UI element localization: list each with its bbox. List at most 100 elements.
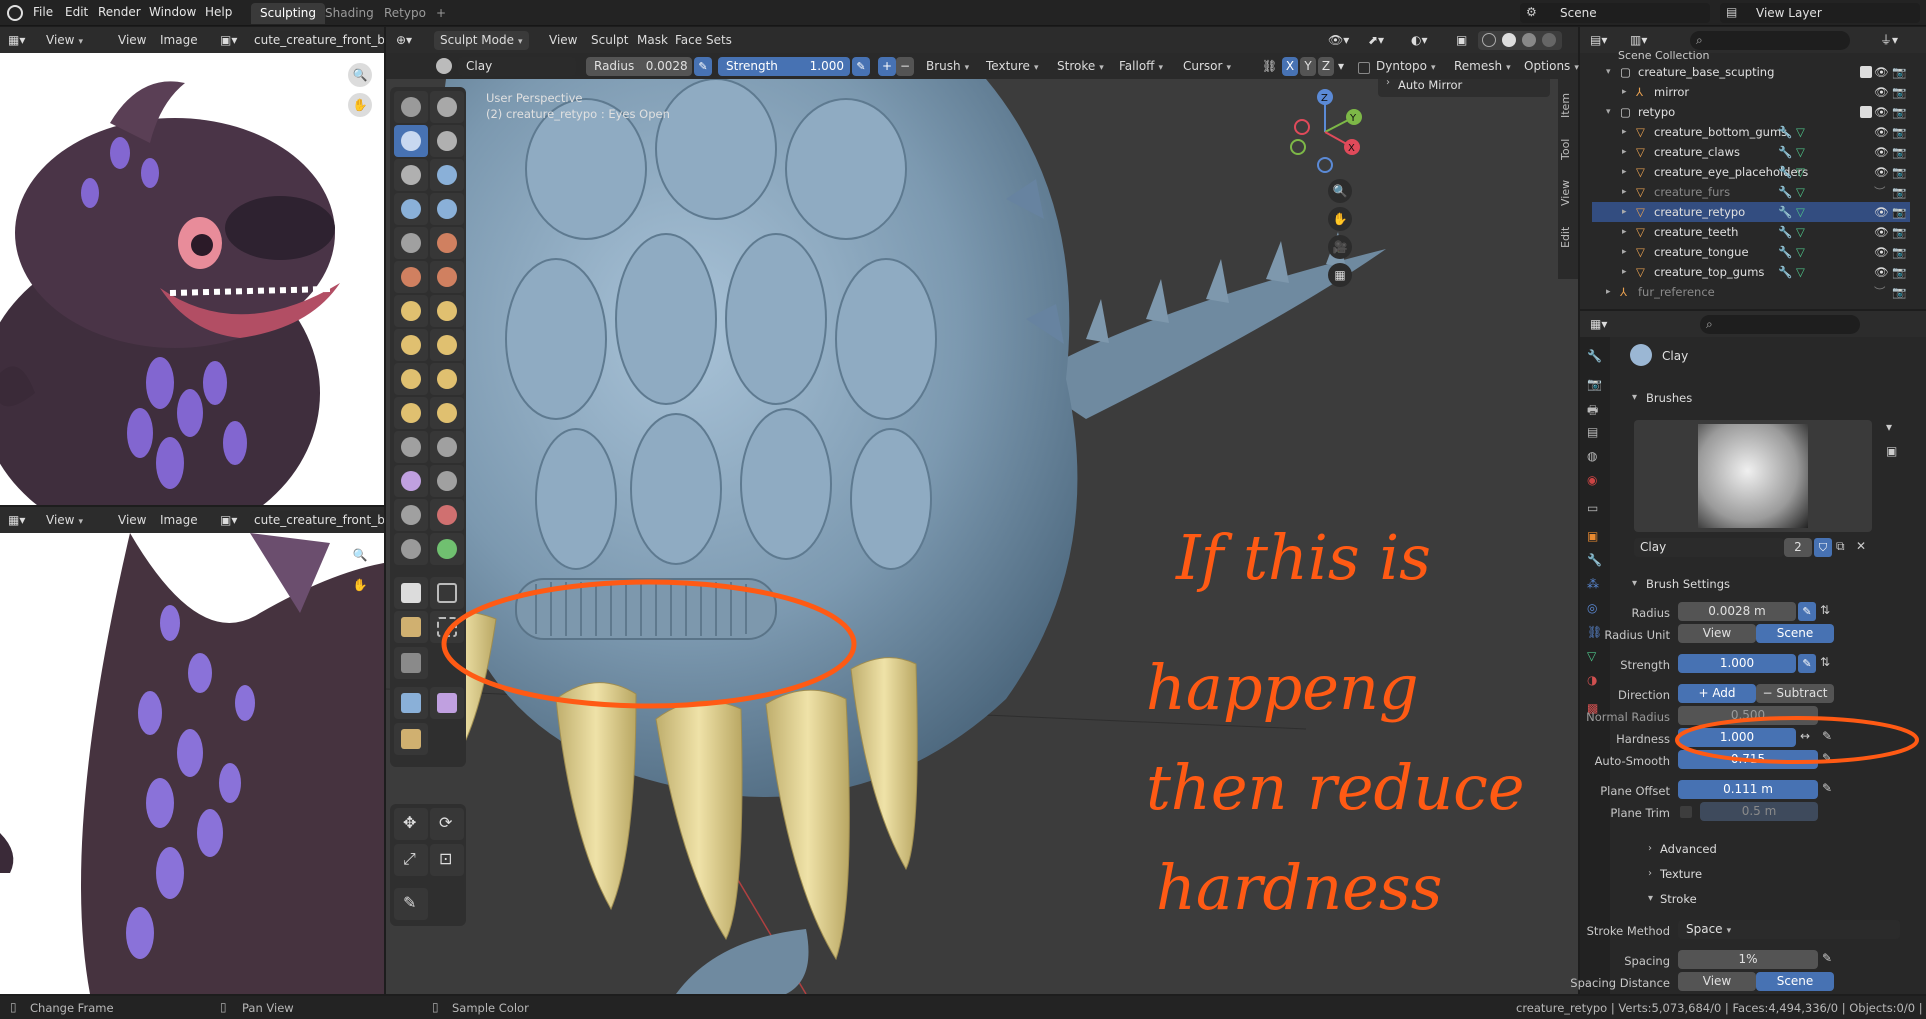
- direction-subtract-button[interactable]: − Subtract: [1756, 684, 1834, 703]
- modifier-icon[interactable]: 🔧: [1778, 262, 1792, 282]
- texture-section-header[interactable]: Texture: [1660, 867, 1702, 881]
- radius-field[interactable]: Radius 0.0028 m: [586, 57, 692, 76]
- particles-tab-icon[interactable]: ⁂: [1587, 577, 1599, 591]
- expand-toggle-icon[interactable]: ▸: [1622, 122, 1627, 142]
- expand-toggle-icon[interactable]: ▾: [1606, 62, 1611, 82]
- spacing-distance-scene-button[interactable]: Scene: [1756, 972, 1834, 991]
- shading-mode-buttons[interactable]: [1478, 31, 1562, 50]
- brush-dropdown[interactable]: Brush: [926, 57, 969, 76]
- menu-mask[interactable]: Mask: [637, 31, 668, 50]
- visibility-eye-icon[interactable]: 👁: [1874, 222, 1889, 242]
- editor-type-icon[interactable]: ▦▾: [8, 31, 25, 50]
- mesh-data-icon[interactable]: ▽: [1796, 182, 1805, 202]
- outliner-row[interactable]: ▸ ▽ creature_bottom_gums 🔧 ▽ 👁 📷: [1592, 122, 1910, 142]
- mesh-data-icon[interactable]: ▽: [1796, 222, 1805, 242]
- expand-toggle-icon[interactable]: ▸: [1622, 222, 1627, 242]
- radius-unit-scene-button[interactable]: Scene: [1756, 624, 1834, 643]
- material-shading-icon[interactable]: [1522, 33, 1536, 47]
- properties-search-input[interactable]: ⌕: [1700, 315, 1860, 334]
- editor-type-icon[interactable]: ▦▾: [1590, 315, 1607, 334]
- expand-toggle-icon[interactable]: ▸: [1622, 82, 1627, 102]
- chevron-right-icon[interactable]: ›: [1648, 843, 1652, 854]
- menu-image[interactable]: Image: [160, 31, 198, 50]
- collection-tab-icon[interactable]: ▭: [1587, 501, 1598, 515]
- jitter-icon[interactable]: ⇅: [1820, 603, 1830, 617]
- expand-toggle-icon[interactable]: ▸: [1622, 162, 1627, 182]
- image-browse-icon[interactable]: ▣▾: [220, 31, 237, 50]
- close-icon[interactable]: ✕: [1856, 539, 1866, 553]
- render-camera-icon[interactable]: 📷: [1892, 282, 1906, 302]
- modifier-tab-icon[interactable]: 🔧: [1587, 553, 1602, 567]
- plane-trim-field[interactable]: 0.5 m: [1700, 802, 1818, 821]
- chevron-down-icon[interactable]: ▾: [1632, 578, 1637, 589]
- scene-tab-icon[interactable]: ◍: [1587, 449, 1597, 463]
- visibility-icon[interactable]: 👁▾: [1328, 31, 1349, 50]
- menu-image[interactable]: Image: [160, 511, 198, 530]
- overlay-toggle-icon[interactable]: ◐▾: [1411, 31, 1428, 50]
- advanced-section-header[interactable]: Advanced: [1660, 842, 1717, 856]
- outliner-row[interactable]: ▸ ▽ creature_claws 🔧 ▽ 👁 📷: [1592, 142, 1910, 162]
- visibility-eye-icon[interactable]: 👁: [1874, 262, 1889, 282]
- mesh-data-icon[interactable]: ▽: [1796, 202, 1805, 222]
- wireframe-shading-icon[interactable]: [1482, 33, 1496, 47]
- filter-icon[interactable]: ⏚▾: [1880, 31, 1898, 50]
- render-camera-icon[interactable]: 📷: [1892, 102, 1906, 122]
- expand-toggle-icon[interactable]: ▸: [1622, 262, 1627, 282]
- menu-help[interactable]: Help: [205, 5, 232, 19]
- view-layer-selector[interactable]: ▤ View Layer: [1720, 3, 1920, 23]
- expand-toggle-icon[interactable]: ▸: [1622, 182, 1627, 202]
- menu-render[interactable]: Render: [98, 5, 141, 19]
- rendered-shading-icon[interactable]: [1542, 33, 1556, 47]
- visibility-eye-icon[interactable]: 👁: [1874, 242, 1889, 262]
- view-layer-tab-icon[interactable]: ▤: [1587, 425, 1598, 439]
- mirror-y-toggle[interactable]: Y: [1300, 57, 1316, 76]
- spacing-distance-view-button[interactable]: View: [1678, 972, 1756, 991]
- outliner-row[interactable]: ▸ ▽ creature_teeth 🔧 ▽ 👁 📷: [1592, 222, 1910, 242]
- outliner-row[interactable]: ▸ ▽ creature_furs 🔧 ▽ ︶ 📷: [1592, 182, 1910, 202]
- menu-view[interactable]: View: [118, 31, 146, 50]
- remesh-dropdown[interactable]: Remesh: [1454, 57, 1511, 76]
- plane-offset-field[interactable]: 0.111 m: [1678, 780, 1818, 799]
- visibility-eye-icon[interactable]: 👁: [1874, 82, 1889, 102]
- duplicate-brush-icon[interactable]: ⧉: [1836, 539, 1845, 554]
- brush-preview-box[interactable]: [1634, 420, 1872, 532]
- render-camera-icon[interactable]: 📷: [1892, 122, 1906, 142]
- brush-slot-name-field[interactable]: Clay: [1634, 538, 1784, 557]
- add-direction-button[interactable]: +: [878, 57, 896, 76]
- outliner-row[interactable]: ▸ ▽ creature_eye_placeholders 🔧 ▽ 👁 📷: [1592, 162, 1910, 182]
- render-camera-icon[interactable]: 📷: [1892, 142, 1906, 162]
- menu-window[interactable]: Window: [149, 5, 196, 19]
- outliner-row[interactable]: ▸ ⅄ mirror 👁 📷: [1592, 82, 1910, 102]
- menu-face-sets[interactable]: Face Sets: [675, 31, 732, 50]
- gizmo-toggle-icon[interactable]: ⬈▾: [1368, 31, 1384, 50]
- render-camera-icon[interactable]: 📷: [1892, 222, 1906, 242]
- image-name-field[interactable]: cute_creature_front_back.: [250, 511, 384, 530]
- expand-toggle-icon[interactable]: ▸: [1622, 242, 1627, 262]
- menu-view[interactable]: View: [549, 31, 577, 50]
- modifier-icon[interactable]: 🔧: [1778, 222, 1792, 242]
- viewport-canvas[interactable]: ✥ ⟳ ⤢ ⊡ ✎ User Perspective (2) creature_…: [386, 79, 1578, 994]
- modifier-icon[interactable]: 🔧: [1778, 202, 1792, 222]
- menu-sculpt[interactable]: Sculpt: [591, 31, 628, 50]
- direction-add-button[interactable]: + Add: [1678, 684, 1756, 703]
- material-tab-icon[interactable]: ◑: [1587, 673, 1597, 687]
- image-browse-icon[interactable]: ▣▾: [220, 511, 237, 530]
- mesh-data-icon[interactable]: ▽: [1796, 122, 1805, 142]
- add-workspace-button[interactable]: +: [427, 3, 455, 24]
- render-camera-icon[interactable]: 📷: [1892, 242, 1906, 262]
- mirror-options-icon[interactable]: ▾: [1338, 57, 1344, 76]
- object-tab-icon[interactable]: ▣: [1587, 529, 1598, 543]
- pressure-radius-icon[interactable]: ✎: [694, 57, 712, 76]
- visibility-eye-icon[interactable]: 👁: [1874, 142, 1889, 162]
- falloff-dropdown[interactable]: Falloff: [1119, 57, 1163, 76]
- exclude-checkbox[interactable]: [1860, 66, 1872, 78]
- editor-type-icon[interactable]: ▦▾: [8, 511, 25, 530]
- chevron-down-icon[interactable]: ▾: [1632, 392, 1637, 403]
- view-mode-dropdown[interactable]: View: [46, 31, 83, 50]
- render-camera-icon[interactable]: 📷: [1892, 162, 1906, 182]
- modifier-icon[interactable]: 🔧: [1778, 242, 1792, 262]
- mesh-data-icon[interactable]: ▽: [1796, 262, 1805, 282]
- modifier-icon[interactable]: 🔧: [1778, 142, 1792, 162]
- expand-toggle-icon[interactable]: ▾: [1606, 102, 1611, 122]
- pan-hand-icon[interactable]: ✋: [348, 573, 372, 597]
